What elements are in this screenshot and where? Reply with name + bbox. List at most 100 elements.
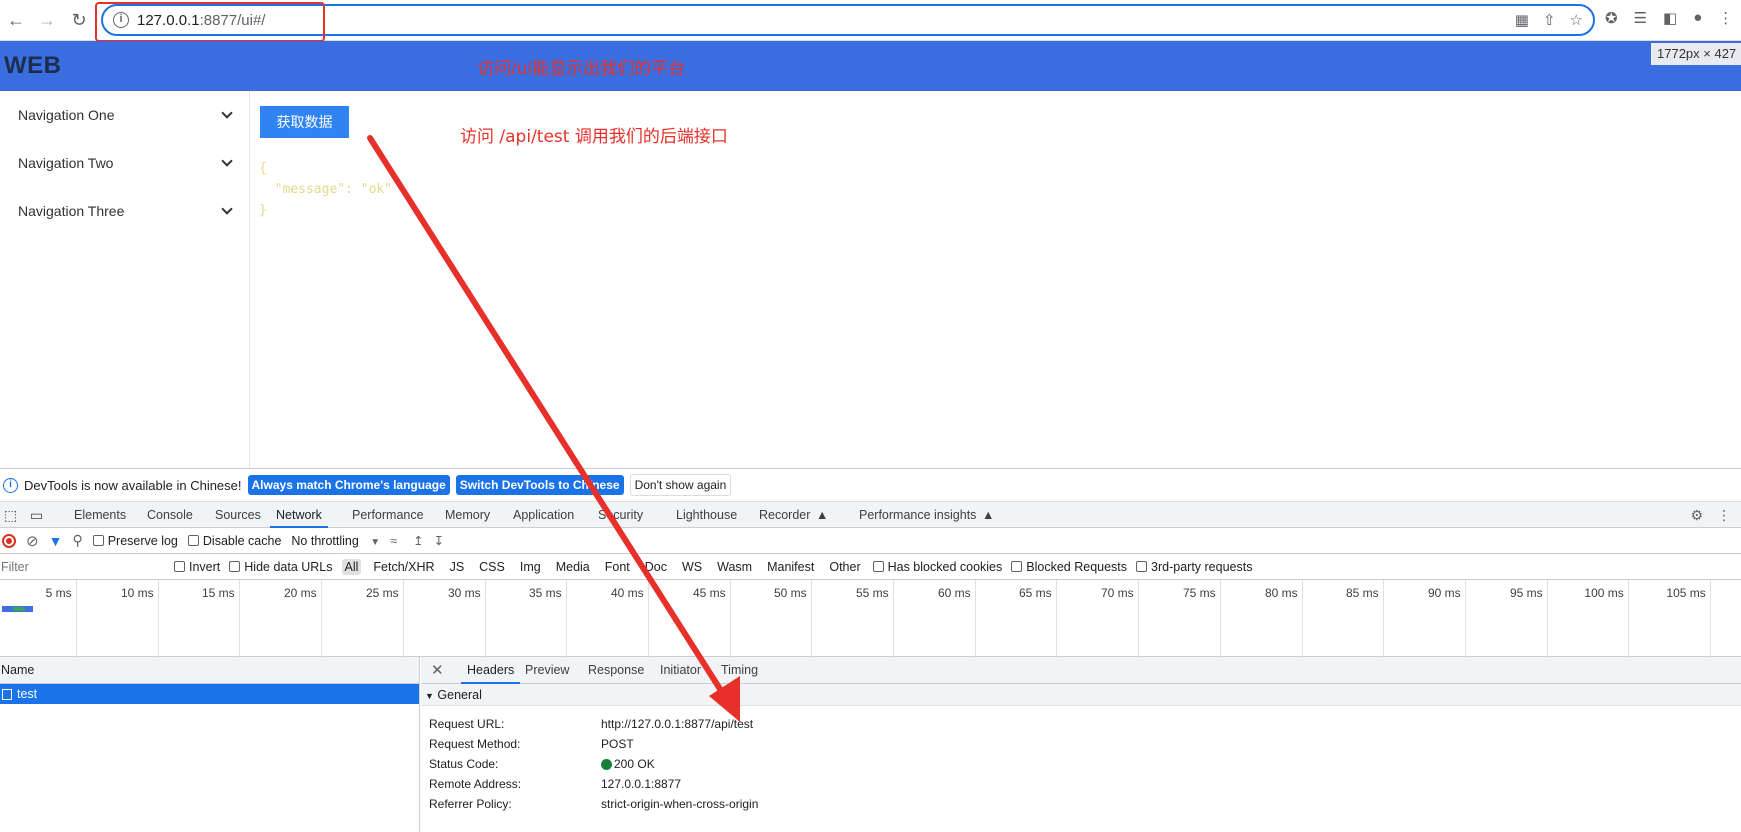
general-section-header[interactable]: ▼ General (421, 684, 1741, 706)
header-key: Status Code: (429, 757, 499, 771)
address-bar[interactable]: i 127.0.0.1:8877/ui#/ ▦ ⇧ ☆ (101, 4, 1595, 36)
forward-icon[interactable]: → (35, 8, 59, 32)
blocked-requests-checkbox[interactable]: Blocked Requests (1011, 560, 1127, 574)
checkbox-box (872, 561, 884, 572)
timeline-gridline (811, 580, 812, 657)
tab-performance-insights[interactable]: Performance insights (859, 502, 976, 528)
always-match-language-button[interactable]: Always match Chrome's language (247, 475, 450, 495)
import-har-icon[interactable]: ↥ (413, 533, 423, 548)
translate-icon[interactable]: ▦ (1515, 11, 1529, 29)
header-value: 200 OK (614, 757, 655, 771)
timeline-gridline (1302, 580, 1303, 657)
timeline-tick-label: 70 ms (1101, 586, 1134, 600)
menu-dots-icon[interactable]: ⋮ (1718, 9, 1733, 27)
search-icon[interactable]: ⚲ (72, 532, 82, 549)
header-key: Referrer Policy: (429, 797, 512, 811)
device-toolbar-icon[interactable]: ▭ (30, 502, 43, 528)
timeline-tick-label: 40 ms (611, 586, 644, 600)
filter-funnel-icon[interactable]: ▼ (49, 533, 63, 549)
annotation-api-text: 访问 /api/test 调用我们的后端接口 (460, 127, 728, 147)
tab-application[interactable]: Application (513, 502, 574, 528)
invert-checkbox[interactable]: Invert (174, 560, 220, 574)
tab-headers[interactable]: Headers (461, 657, 521, 684)
network-timeline-overview[interactable]: 5 ms 10 ms 15 ms 20 ms 25 ms 30 ms 35 ms 40 ms 4… (0, 580, 1741, 657)
status-code-value: 200 OK (601, 757, 655, 771)
tab-timing[interactable]: Timing (721, 657, 758, 684)
filter-type-font[interactable]: Font (602, 559, 633, 575)
header-value: strict-origin-when-cross-origin (601, 797, 759, 811)
network-conditions-icon[interactable]: ≈ (390, 534, 397, 548)
filter-type-fetch-xhr[interactable]: Fetch/XHR (370, 559, 437, 575)
extensions-puzzle-icon[interactable]: ✪ (1605, 9, 1618, 27)
filter-type-ws[interactable]: WS (679, 559, 705, 575)
side-panel-icon[interactable]: ◧ (1663, 9, 1677, 27)
devtools-tabs: ⬚ ▭ Elements Console Sources Network Per… (0, 502, 1741, 528)
tab-response[interactable]: Response (588, 657, 644, 684)
header-key: Request Method: (429, 737, 521, 751)
settings-gear-icon[interactable]: ⚙ (1690, 507, 1703, 524)
triangle-down-icon: ▼ (425, 691, 434, 701)
tab-memory[interactable]: Memory (445, 502, 490, 528)
app-header: WEB 访问/ui能显示出我们的平台 1772px × 427 (0, 41, 1741, 91)
timeline-gridline (893, 580, 894, 657)
tab-console[interactable]: Console (147, 502, 193, 528)
export-har-icon[interactable]: ↧ (434, 533, 444, 548)
sidebar-item-navigation-two[interactable]: Navigation Two (0, 139, 249, 187)
reading-list-icon[interactable]: ☰ (1634, 9, 1647, 27)
tab-network[interactable]: Network (270, 502, 328, 528)
fetch-data-button[interactable]: 获取数据 (260, 106, 349, 138)
tab-performance[interactable]: Performance (352, 502, 424, 528)
tab-lighthouse[interactable]: Lighthouse (676, 502, 737, 528)
tab-preview[interactable]: Preview (525, 657, 569, 684)
profile-avatar-icon[interactable]: ● (1693, 9, 1702, 27)
hide-data-urls-checkbox[interactable]: Hide data URLs (229, 560, 333, 574)
filter-type-manifest[interactable]: Manifest (764, 559, 817, 575)
timeline-tick-label: 50 ms (774, 586, 807, 600)
filter-type-img[interactable]: Img (517, 559, 544, 575)
annotation-ui-text: 访问/ui能显示出我们的平台 (477, 59, 686, 79)
disable-cache-checkbox[interactable]: Disable cache (187, 534, 281, 548)
filter-type-media[interactable]: Media (553, 559, 593, 575)
clear-icon[interactable]: ⊘ (26, 532, 39, 550)
tab-elements[interactable]: Elements (74, 502, 126, 528)
sidebar-item-navigation-three[interactable]: Navigation Three (0, 187, 249, 235)
sidebar-item-navigation-one[interactable]: Navigation One (0, 91, 249, 139)
tab-sources[interactable]: Sources (215, 502, 261, 528)
reload-icon[interactable]: ↻ (67, 8, 91, 32)
back-icon[interactable]: ← (4, 8, 28, 32)
bookmark-star-icon[interactable]: ☆ (1570, 11, 1583, 29)
has-blocked-cookies-checkbox[interactable]: Has blocked cookies (872, 560, 1002, 574)
status-ok-icon (601, 758, 612, 770)
preserve-log-checkbox[interactable]: Preserve log (92, 534, 178, 548)
checkbox-box (187, 535, 199, 546)
filter-type-all[interactable]: All (341, 558, 362, 575)
dont-show-again-button[interactable]: Don't show again (629, 474, 732, 496)
timeline-gridline (975, 580, 976, 657)
json-response-output: { "message": "ok" } (259, 161, 393, 218)
request-list-header[interactable]: Name (0, 657, 419, 684)
filter-type-js[interactable]: JS (447, 559, 468, 575)
filter-input[interactable] (0, 555, 165, 578)
share-icon[interactable]: ⇧ (1543, 11, 1556, 29)
sidebar-item-label: Navigation Three (18, 203, 125, 219)
filter-type-other[interactable]: Other (826, 559, 863, 575)
request-row[interactable]: test (0, 684, 419, 704)
third-party-requests-checkbox[interactable]: 3rd-party requests (1136, 560, 1252, 574)
switch-to-chinese-button[interactable]: Switch DevTools to Chinese (455, 475, 624, 495)
throttling-select[interactable]: No throttling ▼ (291, 534, 380, 548)
tab-recorder[interactable]: Recorder (759, 502, 810, 528)
close-icon[interactable]: ✕ (431, 661, 444, 679)
inspect-element-icon[interactable]: ⬚ (4, 502, 17, 528)
filter-type-wasm[interactable]: Wasm (714, 559, 755, 575)
timeline-gridline (1220, 580, 1221, 657)
timeline-gridline (1465, 580, 1466, 657)
record-stop-icon[interactable] (2, 533, 16, 548)
more-options-icon[interactable]: ⋮ (1717, 507, 1731, 524)
chevron-down-icon (221, 155, 233, 167)
tab-security[interactable]: Security (598, 502, 643, 528)
checkbox-label: Blocked Requests (1026, 559, 1128, 574)
filter-type-css[interactable]: CSS (476, 559, 508, 575)
filter-type-doc[interactable]: Doc (642, 559, 670, 575)
header-value: 127.0.0.1:8877 (601, 777, 682, 791)
tab-initiator[interactable]: Initiator (660, 657, 701, 684)
